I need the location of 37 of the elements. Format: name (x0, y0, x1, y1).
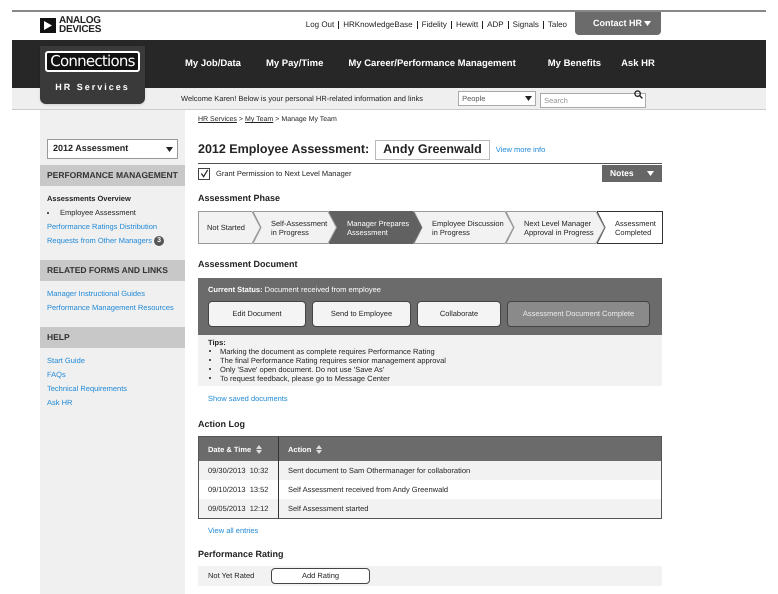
header-link[interactable]: Signals (512, 19, 539, 31)
caret-icon (647, 171, 654, 176)
contact-hr-button[interactable]: Contact HR (575, 12, 661, 35)
section-header: PERFORMANCE MANAGEMENT (40, 165, 185, 186)
nav-link[interactable]: My Job/Data (185, 56, 241, 72)
section-title: Assessment Document (198, 258, 299, 271)
sort-icon (256, 444, 262, 454)
nav-link[interactable]: My Career/Performance Management (348, 56, 516, 72)
employee-name: Andy Greenwald (375, 140, 490, 160)
sort-icon (316, 444, 322, 454)
search-icon (634, 90, 644, 98)
section-title: Performance Rating (198, 548, 285, 561)
brand-title: Connections (45, 51, 140, 72)
nav-link[interactable]: My Pay/Time (266, 56, 324, 72)
nav-link[interactable]: My Benefits (548, 56, 602, 72)
section-title: Action Log (198, 418, 246, 431)
nav-link[interactable]: Ask HR (621, 56, 655, 72)
section-header: HELP (40, 327, 185, 348)
logo-icon (40, 18, 56, 32)
assessment-select[interactable]: 2012 Assessment (47, 139, 178, 159)
header-link[interactable]: Hewitt (456, 19, 478, 31)
page-title: 2012 Employee Assessment: (198, 141, 370, 158)
section-header: RELATED FORMS AND LINKS (40, 260, 185, 281)
header-link[interactable]: Log Out (306, 19, 334, 31)
caret-icon (166, 146, 173, 152)
permission-checkbox[interactable] (198, 168, 210, 180)
brand-subtitle: HR Services (55, 81, 130, 94)
caret-icon (525, 96, 532, 101)
caret-icon (644, 21, 651, 26)
notes-button[interactable]: Notes (602, 165, 662, 182)
header-link[interactable]: Taleo (548, 19, 567, 31)
company-logo: ANALOG DEVICES (59, 16, 102, 34)
check-icon (200, 169, 208, 178)
header-link[interactable]: Fidelity (422, 19, 447, 31)
header-link[interactable]: ADP (487, 19, 504, 31)
header-link[interactable]: HRKnowledgeBase (343, 19, 413, 31)
section-title: Assessment Phase (198, 192, 282, 204)
